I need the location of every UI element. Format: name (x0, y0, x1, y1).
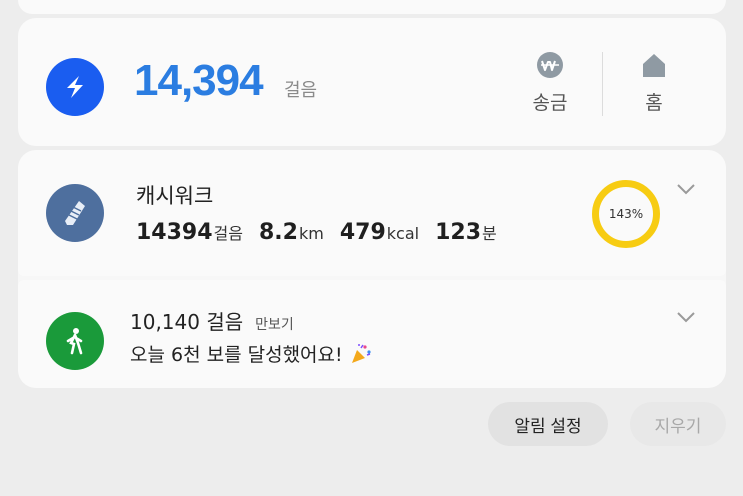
home-button[interactable]: 홈 (624, 48, 684, 115)
app-logo-icon[interactable] (46, 58, 104, 116)
action-divider (602, 52, 603, 116)
party-popper-icon (349, 342, 373, 366)
clear-button[interactable]: 지우기 (630, 402, 726, 446)
home-icon (624, 48, 684, 82)
step-unit: 걸음 (284, 80, 318, 101)
won-coin-icon (520, 48, 580, 82)
pedometer-message-row: 오늘 6천 보를 달성했어요! (130, 340, 373, 367)
shoe-icon (46, 184, 104, 242)
chevron-down-icon[interactable] (676, 182, 696, 196)
stat-distance: 8.2 km (259, 220, 324, 245)
stat-calories: 479 kcal (339, 220, 420, 245)
pedometer-source: 만보기 (255, 317, 294, 333)
transfer-button[interactable]: 송금 (520, 48, 580, 115)
chevron-down-icon[interactable] (676, 310, 696, 324)
cashwalk-notification[interactable]: 캐시워크 14394 걸음 8.2 km 479 kcal 123 분 143% (18, 150, 726, 276)
notification-app-name: 캐시워크 (136, 184, 214, 208)
notification-settings-button[interactable]: 알림 설정 (488, 402, 608, 446)
pedometer-message: 오늘 6천 보를 달성했어요! (130, 344, 343, 366)
previous-notification-card (18, 0, 726, 14)
walking-person-icon (46, 312, 104, 370)
stat-steps: 14394 걸음 (136, 220, 243, 245)
step-count: 14,394 (134, 56, 264, 105)
pedometer-headline: 10,140 걸음 만보기 (130, 306, 294, 335)
pedometer-notification[interactable]: 10,140 걸음 만보기 오늘 6천 보를 달성했어요! (18, 280, 726, 388)
progress-label: 143% (608, 207, 644, 221)
notification-group: 캐시워크 14394걸음 8.2km 479kcal 123분 143% (18, 150, 726, 388)
home-label: 홈 (645, 92, 663, 114)
steps-widget-card[interactable]: 14,394 걸음 송금 홈 (18, 18, 726, 146)
stat-minutes: 123 분 (435, 220, 497, 245)
transfer-label: 송금 (532, 92, 568, 114)
progress-ring: 143% (592, 180, 660, 248)
pedometer-steps: 10,140 걸음 (130, 310, 244, 334)
activity-stats: 14394 걸음 8.2 km 479 kcal 123 분 (136, 220, 513, 245)
